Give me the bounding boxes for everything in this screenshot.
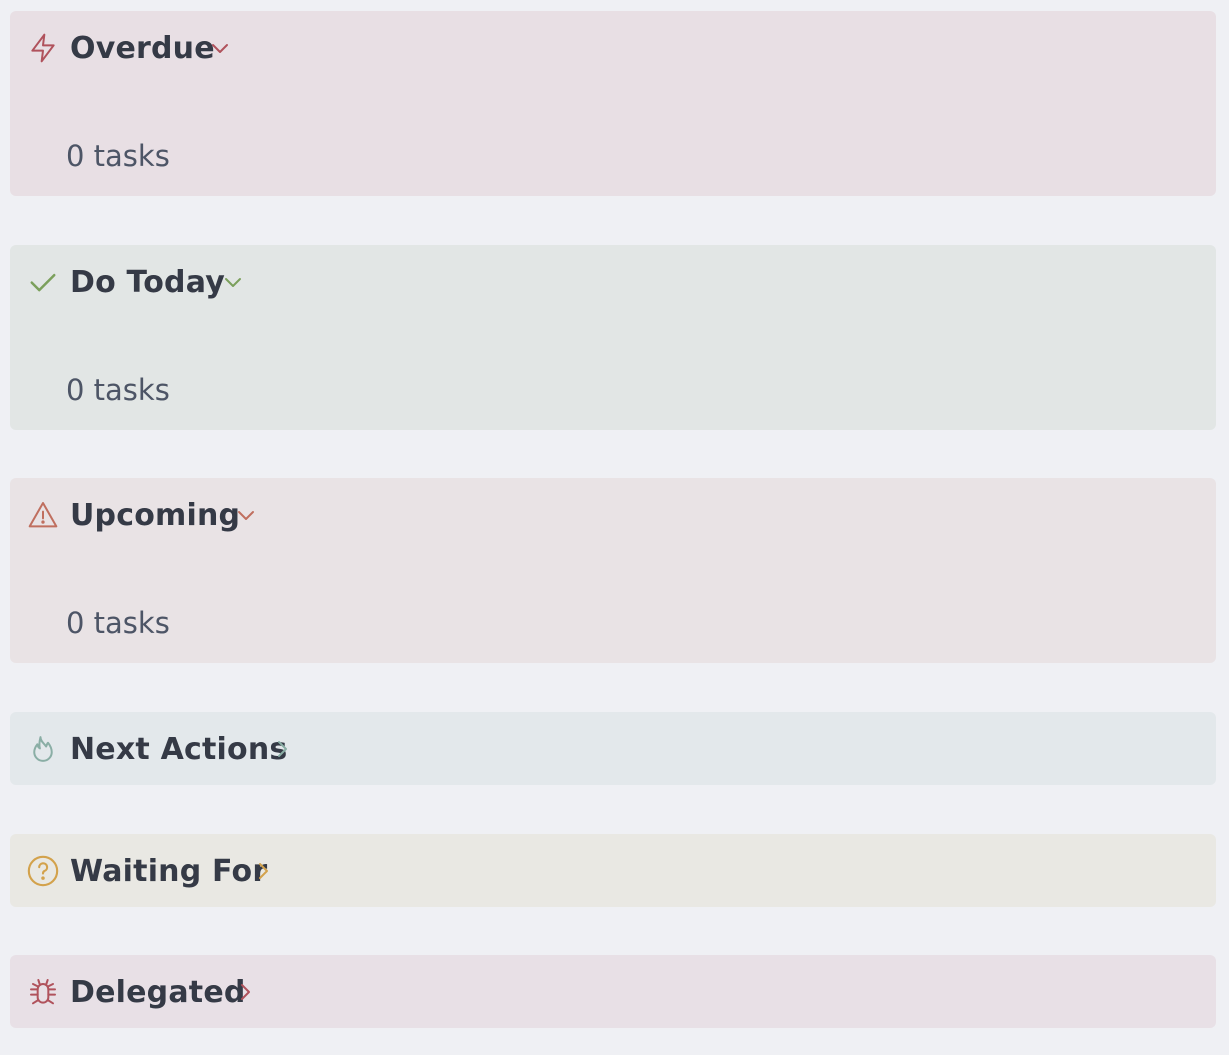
chevron-down-icon[interactable] (233, 502, 259, 528)
lightning-icon (26, 31, 60, 65)
section-delegated: Delegated (10, 955, 1216, 1028)
chevron-right-icon[interactable] (250, 858, 276, 884)
section-do-today-title: Do Today (70, 264, 225, 300)
section-waiting-for-header[interactable]: Waiting For (10, 834, 300, 908)
task-count: 0 tasks (66, 606, 170, 640)
section-overdue: Overdue 0 tasks (10, 11, 1216, 196)
section-waiting-for: Waiting For (10, 834, 1216, 907)
section-next-actions: Next Actions (10, 712, 1216, 785)
section-upcoming: Upcoming 0 tasks (10, 478, 1216, 663)
check-icon (26, 265, 60, 299)
section-delegated-header[interactable]: Delegated (10, 955, 280, 1029)
section-overdue-header[interactable]: Overdue (10, 11, 270, 85)
section-do-today: Do Today 0 tasks (10, 245, 1216, 430)
section-do-today-header[interactable]: Do Today (10, 245, 270, 319)
warning-triangle-icon (26, 498, 60, 532)
chevron-down-icon[interactable] (207, 35, 233, 61)
bug-icon (26, 975, 60, 1009)
section-upcoming-title: Upcoming (70, 497, 241, 533)
section-upcoming-header[interactable]: Upcoming (10, 478, 290, 552)
section-overdue-title: Overdue (70, 30, 215, 66)
chevron-right-icon[interactable] (269, 736, 295, 762)
section-delegated-title: Delegated (70, 974, 246, 1010)
question-circle-icon (26, 854, 60, 888)
chevron-down-icon[interactable] (220, 269, 246, 295)
section-next-actions-title: Next Actions (70, 731, 288, 767)
section-waiting-for-title: Waiting For (70, 853, 268, 889)
task-count: 0 tasks (66, 373, 170, 407)
task-count: 0 tasks (66, 139, 170, 173)
section-next-actions-header[interactable]: Next Actions (10, 712, 310, 786)
chevron-right-icon[interactable] (232, 979, 258, 1005)
flame-icon (26, 732, 60, 766)
